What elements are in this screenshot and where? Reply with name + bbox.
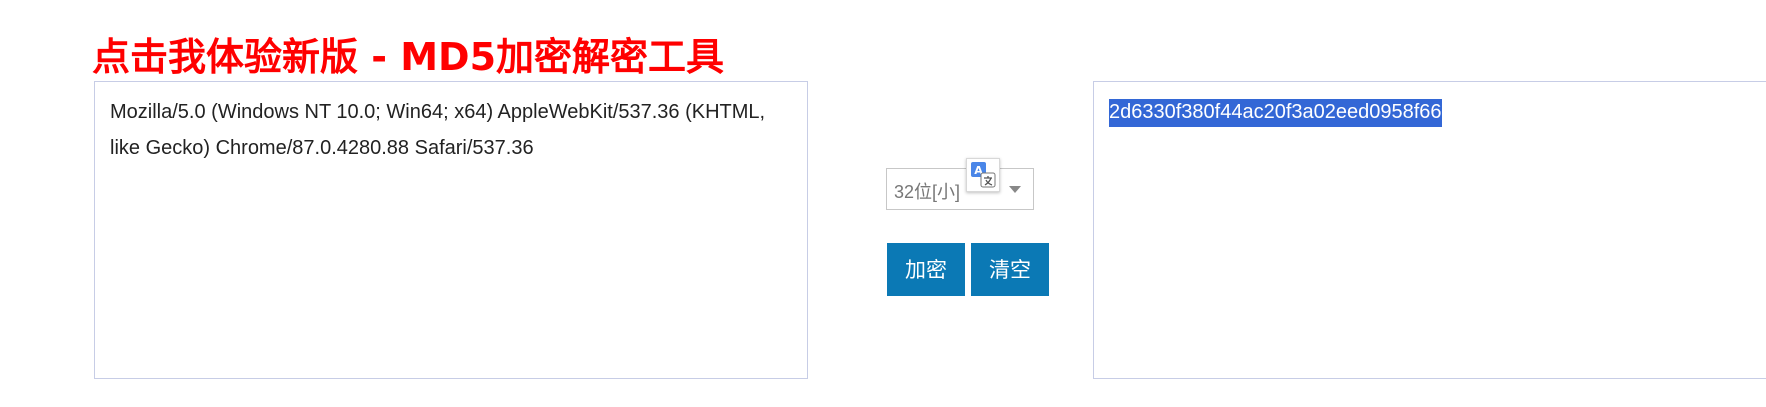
hash-output-value: 2d6330f380f44ac20f3a02eed0958f66 <box>1109 99 1442 127</box>
new-version-link[interactable]: 点击我体验新版 - MD5加密解密工具 <box>92 26 724 81</box>
chevron-down-icon <box>1009 186 1021 193</box>
hash-mode-select[interactable]: 32位[小] <box>886 168 1034 210</box>
md5-tool-page: 点击我体验新版 - MD5加密解密工具 Mozilla/5.0 (Windows… <box>0 0 1766 407</box>
hash-mode-selected-value: 32位[小] <box>894 182 961 202</box>
hash-output[interactable]: 2d6330f380f44ac20f3a02eed0958f66 <box>1093 81 1766 379</box>
plaintext-input[interactable]: Mozilla/5.0 (Windows NT 10.0; Win64; x64… <box>94 81 808 379</box>
encrypt-button[interactable]: 加密 <box>887 243 965 296</box>
clear-button[interactable]: 清空 <box>971 243 1049 296</box>
translate-icon[interactable]: A <box>966 158 1000 192</box>
